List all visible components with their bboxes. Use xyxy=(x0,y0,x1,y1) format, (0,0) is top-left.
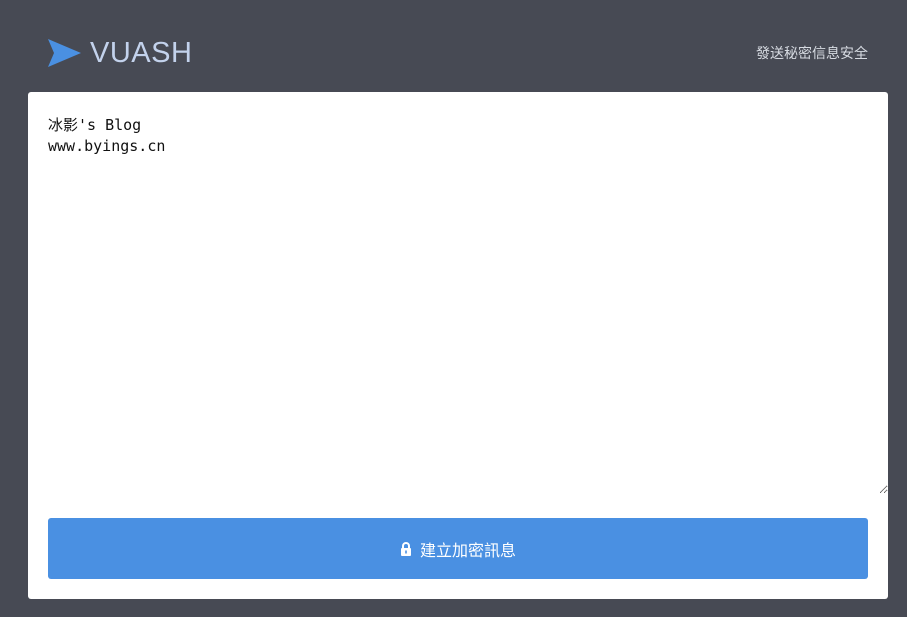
lock-icon xyxy=(400,541,411,556)
brand-name: VUASH xyxy=(90,37,193,69)
message-card: 冰影's Blog www.byings.cn 建立加密訊息 xyxy=(28,92,888,599)
create-encrypted-message-button[interactable]: 建立加密訊息 xyxy=(48,518,868,579)
paper-plane-icon xyxy=(48,39,81,67)
message-input[interactable]: 冰影's Blog www.byings.cn xyxy=(48,112,888,494)
create-button-label: 建立加密訊息 xyxy=(419,540,516,560)
brand-logo[interactable]: VUASH xyxy=(48,36,192,70)
header-tagline: 發送秘密信息安全 xyxy=(756,46,868,62)
app-header: VUASH 發送秘密信息安全 xyxy=(0,0,907,92)
